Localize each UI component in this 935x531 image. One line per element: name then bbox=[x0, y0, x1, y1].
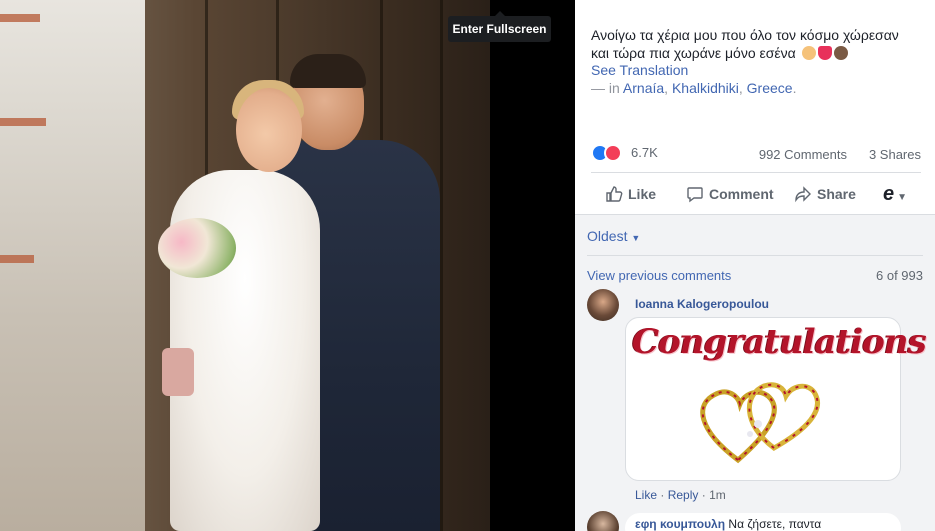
comments-count[interactable]: 992 Comments bbox=[759, 147, 847, 162]
post-text-line1: Ανοίγω τα χέρια μου που όλο τον κόσμο χώ… bbox=[591, 27, 899, 43]
location-region-link[interactable]: Khalkidhiki bbox=[672, 80, 739, 96]
reaction-count[interactable]: 6.7K bbox=[631, 145, 658, 160]
see-translation-link[interactable]: See Translation bbox=[591, 62, 688, 78]
view-previous-comments-link[interactable]: View previous comments bbox=[587, 268, 731, 283]
sticker-text: Congratulations bbox=[632, 322, 927, 362]
hearts-icon bbox=[700, 382, 820, 464]
comment-like-link[interactable]: Like bbox=[635, 488, 657, 502]
love-reaction-icon[interactable] bbox=[604, 144, 622, 162]
like-button[interactable]: Like bbox=[605, 178, 656, 210]
post-sidebar: Ανοίγω τα χέρια μου που όλο τον κόσμο χώ… bbox=[575, 0, 935, 531]
like-label: Like bbox=[628, 186, 657, 202]
comment-text: Να ζήσετε, παντα bbox=[728, 517, 822, 531]
shares-count[interactable]: 3 Shares bbox=[869, 147, 921, 162]
comment-label: Comment bbox=[709, 186, 774, 202]
comment-icon bbox=[687, 187, 703, 203]
stone-wall bbox=[0, 0, 145, 531]
comments-pagination-count: 6 of 993 bbox=[876, 268, 923, 283]
share-label: Share bbox=[817, 186, 856, 202]
post-text: Ανοίγω τα χέρια μου που όλο τον κόσμο χώ… bbox=[591, 26, 921, 62]
avatar[interactable] bbox=[587, 289, 619, 321]
red-heart-emoji-icon bbox=[817, 46, 832, 60]
share-button[interactable]: Share bbox=[794, 178, 856, 210]
comment-button[interactable]: Comment bbox=[686, 178, 774, 210]
fullscreen-tooltip: Enter Fullscreen bbox=[448, 16, 551, 42]
comment-time: 1m bbox=[709, 488, 726, 502]
e-icon: e bbox=[883, 183, 895, 205]
caret-down-icon: ▼ bbox=[631, 233, 641, 243]
share-icon bbox=[795, 186, 811, 203]
blonde-face-emoji-icon bbox=[801, 46, 816, 60]
action-bar: Like Comment Share e ▼ bbox=[591, 178, 921, 210]
comment-meta: Like · Reply · 1m bbox=[635, 488, 726, 502]
bouquet bbox=[158, 218, 236, 278]
congratulations-sticker: Congratulations bbox=[625, 317, 927, 481]
avatar[interactable] bbox=[587, 511, 619, 531]
location-country-link[interactable]: Greece bbox=[747, 80, 793, 96]
location-town-link[interactable]: Arnaía bbox=[623, 80, 664, 96]
sort-dropdown[interactable]: Oldest ▼ bbox=[587, 228, 640, 244]
photo-viewer[interactable]: Enter Fullscreen bbox=[0, 0, 575, 531]
wedding-photo bbox=[0, 0, 490, 531]
chevron-down-icon: ▼ bbox=[897, 192, 908, 203]
divider bbox=[587, 255, 923, 256]
comments-panel: Oldest ▼ View previous comments 6 of 993… bbox=[575, 214, 935, 531]
bearded-face-emoji-icon bbox=[833, 46, 848, 60]
comment-bubble: εφη κουμπουλη Να ζήσετε, παντα bbox=[625, 513, 901, 531]
emoji-reaction-button[interactable]: e ▼ bbox=[883, 178, 907, 210]
reaction-stats: 6.7K 992 Comments 3 Shares bbox=[591, 142, 921, 164]
location-prefix: — in bbox=[591, 80, 620, 96]
purse bbox=[162, 348, 194, 396]
divider bbox=[591, 172, 921, 173]
commenter-name[interactable]: εφη κουμπουλη bbox=[635, 517, 725, 531]
post-text-line2: και τώρα πια χωράνε μόνο εσένα bbox=[591, 45, 796, 61]
location-line: — in Arnaía, Khalkidhiki, Greece. bbox=[591, 80, 797, 96]
comment-reply-link[interactable]: Reply bbox=[668, 488, 699, 502]
commenter-name[interactable]: Ioanna Kalogeropoulou bbox=[635, 297, 769, 311]
sort-label: Oldest bbox=[587, 228, 628, 244]
thumbs-up-icon bbox=[606, 186, 623, 202]
